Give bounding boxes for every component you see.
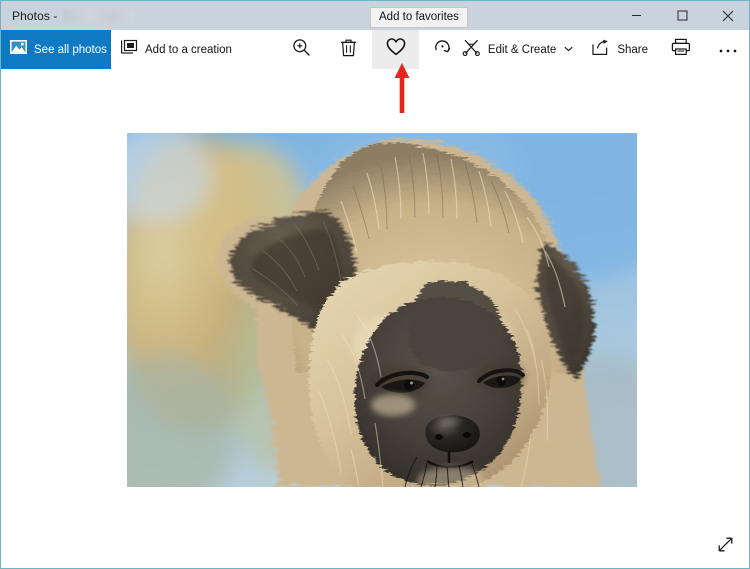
print-icon [671,38,691,61]
share-button[interactable]: Share [582,30,657,69]
edit-and-create-label: Edit & Create [487,43,557,56]
toolbar-right-group: Edit & Create Share [453,30,749,69]
delete-button[interactable] [325,30,372,69]
toolbar-left-group: See all photos Add to a creation [1,30,241,69]
heart-icon [385,37,407,62]
title-redacted-filename [62,8,135,23]
more-options-button[interactable] [704,30,749,69]
tooltip-text: Add to favorites [379,11,459,23]
more-options-icon [718,41,738,59]
toolbar: See all photos Add to a creation Edit & … [1,30,749,69]
close-button[interactable] [705,1,749,30]
fullscreen-expand-button[interactable] [707,531,743,563]
chevron-down-icon [564,45,573,54]
maximize-button[interactable] [659,1,705,30]
window-title: Photos - [12,8,58,23]
add-to-creation-icon [120,39,138,60]
annotation-arrow-up [390,63,414,113]
edit-create-icon [462,38,481,61]
photo-viewer-canvas[interactable] [1,69,749,568]
tooltip-add-to-favorites: Add to favorites [370,7,468,28]
see-all-photos-button[interactable]: See all photos [1,30,111,69]
expand-diagonal-icon [716,535,735,559]
window-controls [613,1,749,30]
share-icon [591,39,610,61]
rotate-icon [433,38,452,62]
displayed-photo[interactable] [127,133,637,487]
add-to-creation-button[interactable]: Add to a creation [111,30,241,69]
edit-and-create-button[interactable]: Edit & Create [453,30,582,69]
zoom-button[interactable] [278,30,325,69]
trash-icon [340,38,357,62]
print-button[interactable] [657,30,704,69]
minimize-button[interactable] [613,1,659,30]
photo-icon [10,40,27,59]
add-to-creation-label: Add to a creation [145,43,232,56]
share-label: Share [617,43,648,56]
see-all-photos-label: See all photos [34,43,107,56]
zoom-in-icon [292,38,311,62]
toolbar-center-group [278,30,466,69]
photos-app-window: Photos - See all photos Add to a creatio… [0,0,750,569]
